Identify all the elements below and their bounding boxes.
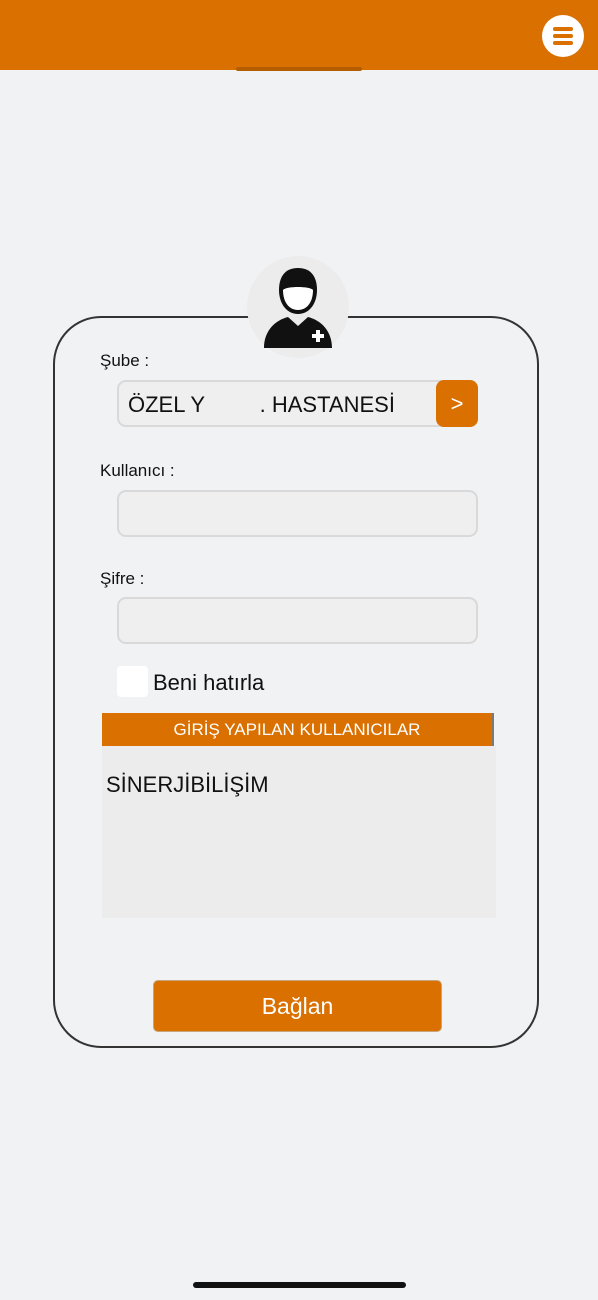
branch-select-button[interactable]: > — [436, 380, 478, 427]
user-doctor-plus-icon — [264, 268, 332, 348]
top-bar-notch — [236, 67, 362, 71]
top-bar — [0, 0, 598, 70]
username-field[interactable] — [117, 490, 478, 537]
home-indicator — [193, 1282, 406, 1288]
logged-users-list: SİNERJİBİLİŞİM — [102, 746, 496, 918]
logged-users-header: GİRİŞ YAPILAN KULLANICILAR — [102, 713, 494, 746]
branch-label: Şube : — [100, 351, 150, 370]
password-label: Şifre : — [100, 569, 145, 588]
avatar — [247, 256, 349, 358]
list-item[interactable]: SİNERJİBİLİŞİM — [106, 772, 269, 798]
branch-value: ÖZEL Y . HASTANESİ — [128, 392, 395, 417]
hamburger-menu-icon — [553, 27, 573, 45]
user-label: Kullanıcı : — [100, 461, 175, 480]
branch-select[interactable]: ÖZEL Y . HASTANESİ > — [117, 380, 478, 427]
connect-button[interactable]: Bağlan — [153, 980, 442, 1032]
remember-me-label[interactable]: Beni hatırla — [153, 670, 264, 696]
remember-me-checkbox[interactable] — [117, 666, 148, 697]
menu-button[interactable] — [542, 15, 584, 57]
password-field[interactable] — [117, 597, 478, 644]
